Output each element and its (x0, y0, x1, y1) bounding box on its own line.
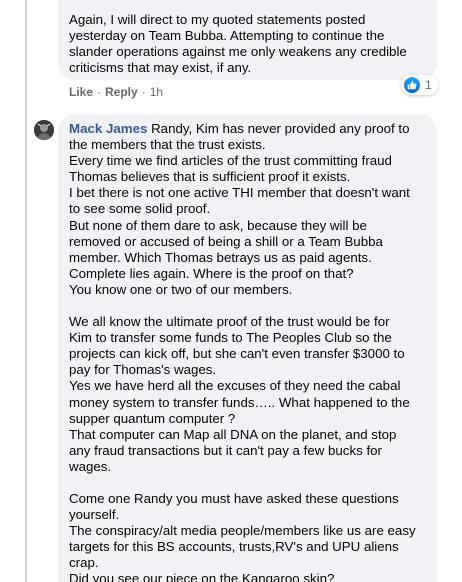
reply-comment-text: Again, I will direct to my quoted statem… (69, 12, 407, 76)
reaction-summary[interactable]: 1 (401, 75, 438, 95)
comment-bubble: Mack James Randy, Kim has never provided… (58, 114, 437, 582)
comment-timestamp[interactable]: 1h (150, 85, 163, 99)
reply-comment-actions: Like · Reply · 1h (69, 85, 163, 99)
action-separator: · (141, 85, 146, 99)
reaction-count: 1 (425, 78, 432, 92)
like-link[interactable]: Like (69, 85, 93, 99)
reply-comment-bubble: Again, I will direct to my quoted statem… (58, 0, 437, 80)
comment-author-name[interactable]: Mack James (69, 121, 147, 136)
like-thumbs-up-icon (404, 77, 420, 93)
action-separator: · (97, 85, 102, 99)
user-avatar[interactable] (34, 120, 54, 140)
comment-paragraph: We all know the ultimate proof of the tr… (69, 314, 410, 474)
comment-paragraph: Every time we find articles of the trust… (69, 153, 410, 297)
comment-paragraph: Come one Randy you must have asked these… (69, 490, 416, 582)
comment-body: Mack James Randy, Kim has never provided… (69, 121, 425, 153)
reply-link[interactable]: Reply (105, 85, 138, 99)
comment-thread: Again, I will direct to my quoted statem… (0, 0, 462, 582)
thread-connector-line (25, 0, 27, 582)
